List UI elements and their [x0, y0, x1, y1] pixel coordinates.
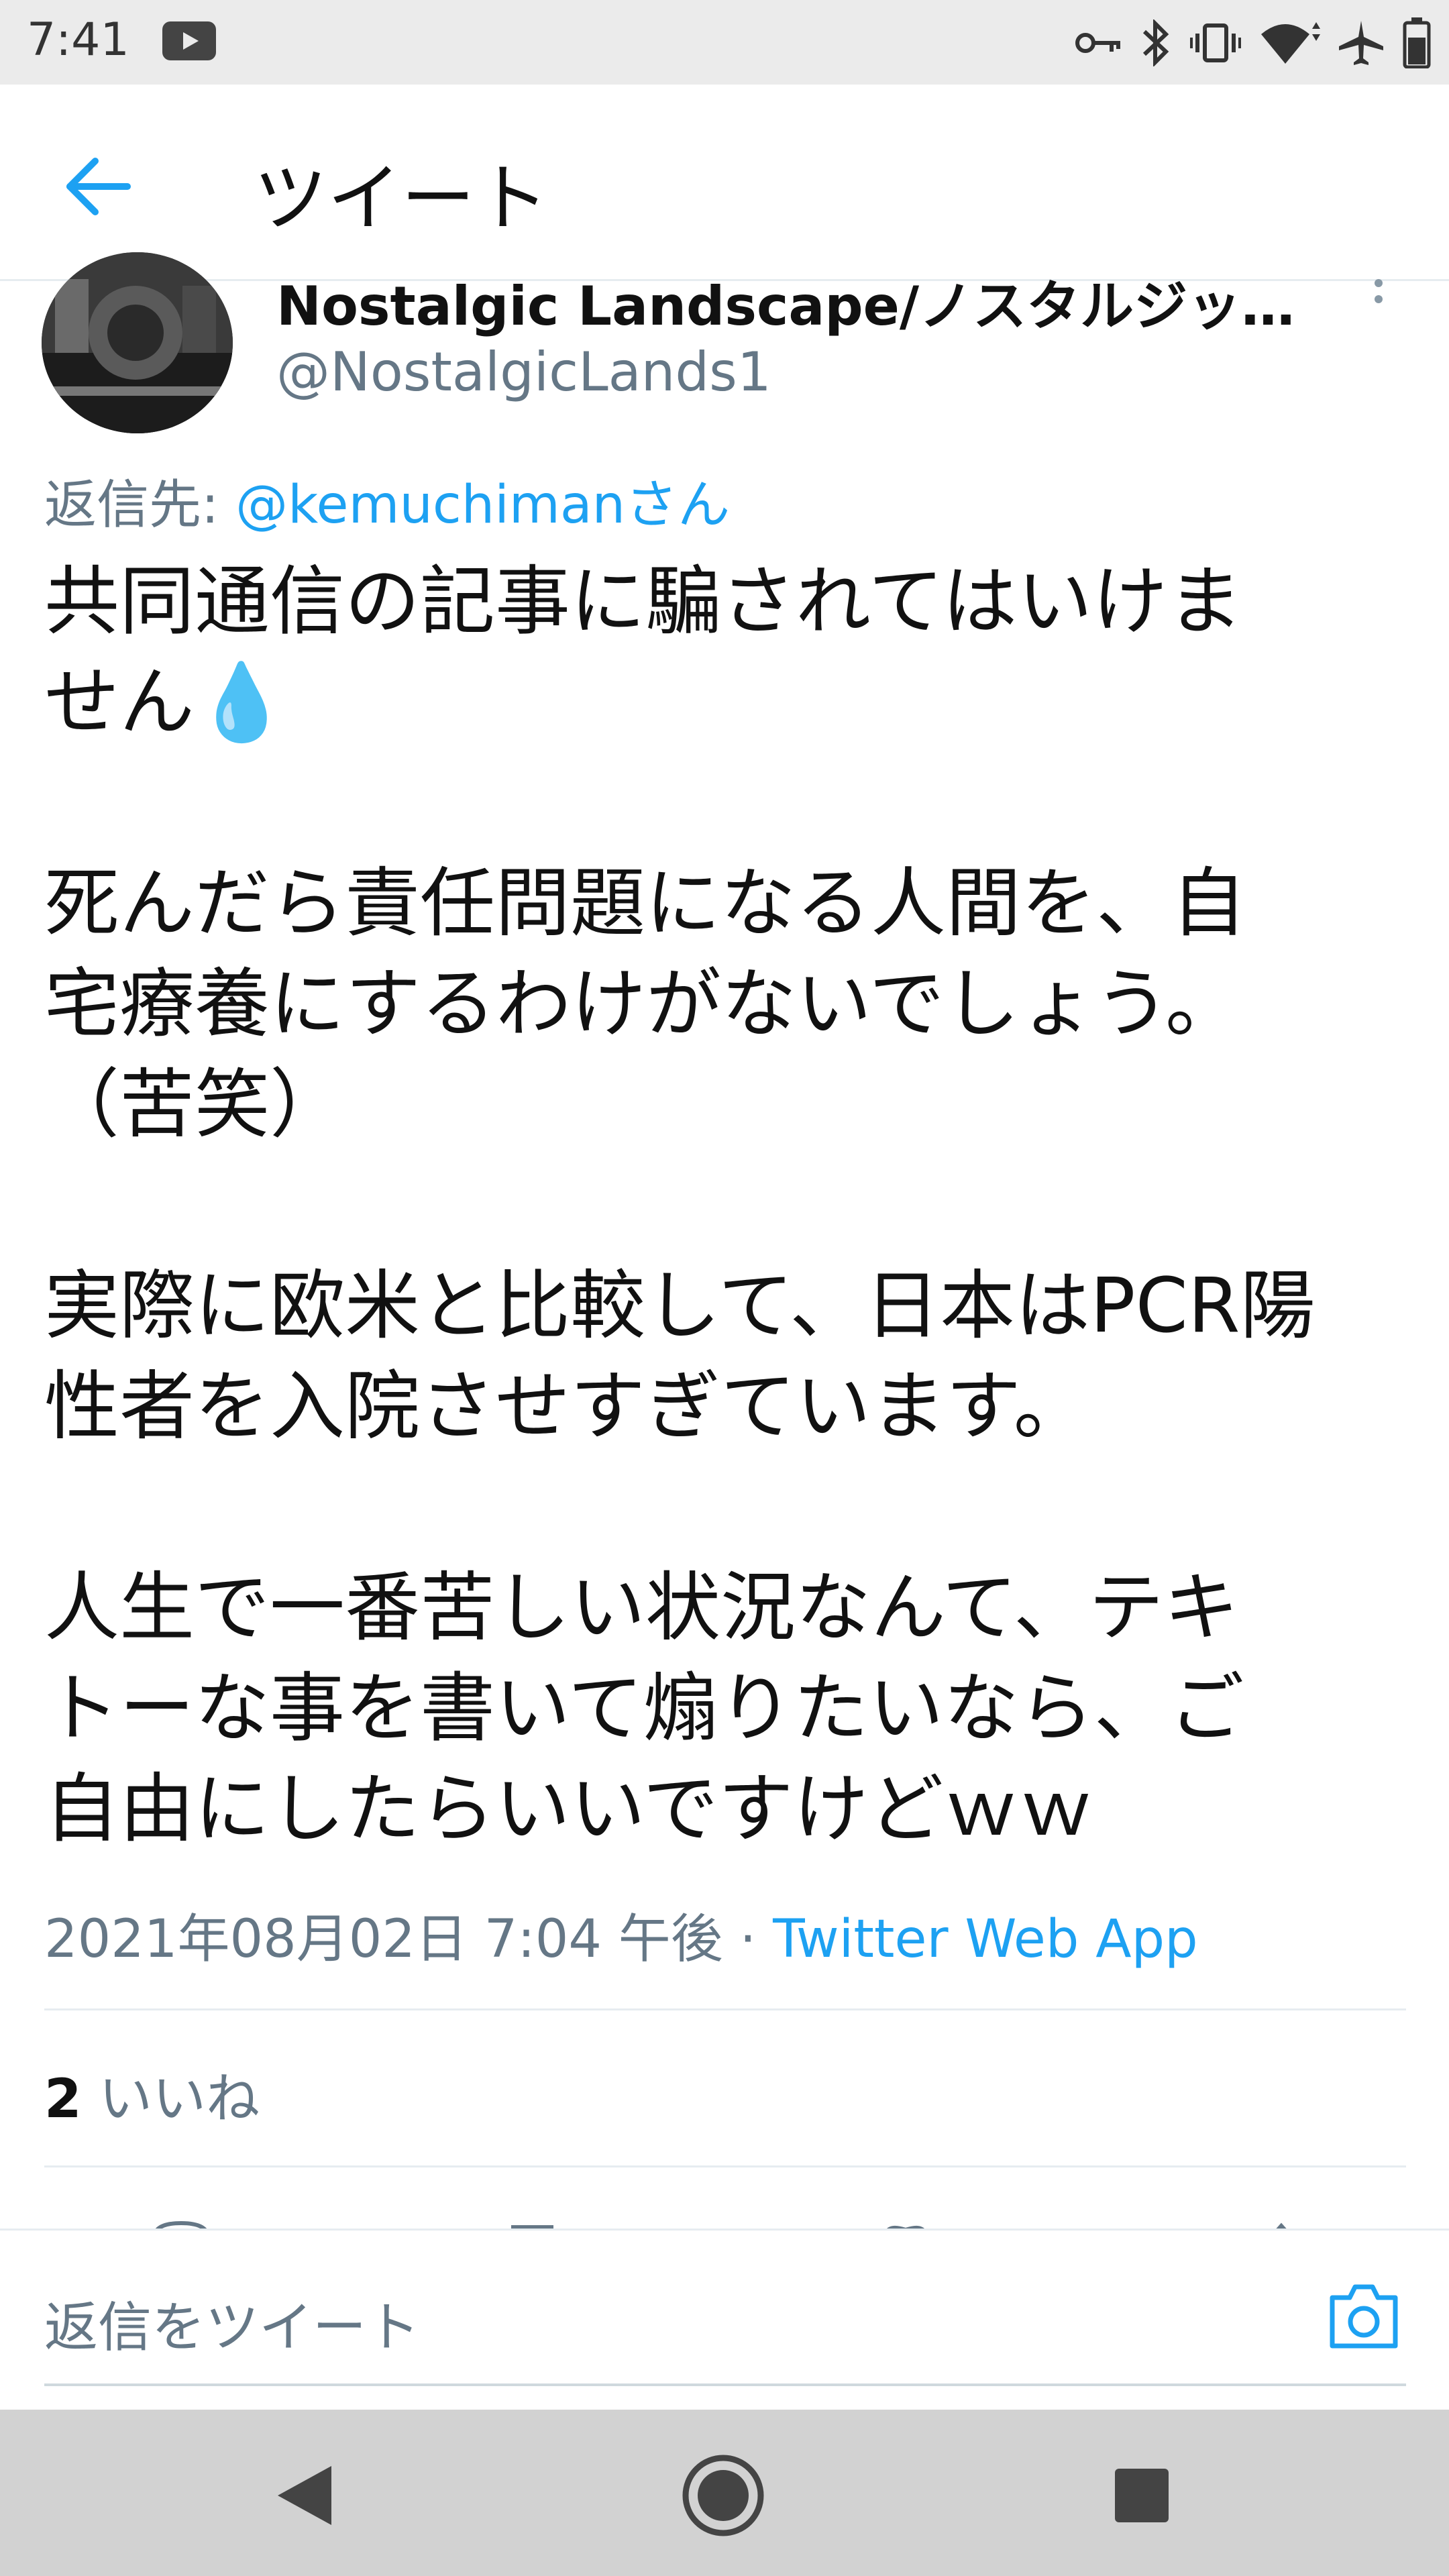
system-nav-bar	[0, 2410, 1449, 2576]
nav-home-icon[interactable]	[682, 2454, 765, 2537]
reply-composer: 返信をツイート	[0, 2229, 1449, 2409]
tweet-source-link[interactable]: Twitter Web App	[773, 1909, 1197, 1970]
avatar-image	[42, 252, 233, 433]
nav-recents-icon[interactable]	[1115, 2469, 1169, 2522]
tweet-timestamp: 2021年08月02日 7:04 午後 ·	[44, 1909, 773, 1970]
reply-to-prefix: 返信先:	[44, 475, 236, 535]
status-icons	[1075, 17, 1432, 68]
nav-back-icon[interactable]	[275, 2463, 334, 2528]
tweet-author: Nostalgic Landscape/ノスタルジック … @Nostalgic…	[0, 252, 1449, 433]
like-count: 2	[44, 2068, 82, 2130]
reply-to-mention[interactable]: @kemuchimanさん	[235, 475, 730, 535]
key-icon	[1075, 33, 1120, 53]
youtube-icon	[162, 21, 216, 60]
vibrate-icon	[1190, 23, 1241, 62]
like-label: いいね	[81, 2068, 260, 2130]
reply-to-line: 返信先: @kemuchimanさん	[44, 463, 730, 538]
camera-icon[interactable]	[1327, 2282, 1401, 2351]
status-bar: 7:41	[0, 0, 1449, 85]
bluetooth-icon	[1142, 19, 1169, 66]
page-title: ツイート	[254, 156, 549, 241]
app-bar: ツイート	[0, 85, 1449, 281]
divider	[44, 2165, 1406, 2167]
tweet-text: 共同通信の記事に騙されてはいけま せん💧 死んだら責任問題になる人間を、自 宅療…	[44, 558, 1316, 1853]
more-options-icon[interactable]	[1362, 270, 1395, 310]
reply-input[interactable]: 返信をツイート	[44, 2284, 420, 2362]
author-display-name[interactable]: Nostalgic Landscape/ノスタルジック …	[276, 263, 1296, 341]
reply-input-underline	[44, 2383, 1406, 2386]
likes-stat[interactable]: 2 いいね	[44, 2055, 260, 2133]
divider	[44, 2008, 1406, 2010]
author-handle[interactable]: @NostalgicLands1	[276, 341, 771, 403]
airplane-icon	[1339, 21, 1383, 65]
arrow-left-icon[interactable]	[60, 149, 136, 224]
tweet-meta: 2021年08月02日 7:04 午後 · Twitter Web App	[44, 1897, 1198, 1972]
battery-icon	[1403, 17, 1431, 68]
avatar[interactable]	[42, 252, 233, 433]
status-time: 7:41	[27, 13, 129, 66]
wifi-icon	[1261, 22, 1320, 64]
